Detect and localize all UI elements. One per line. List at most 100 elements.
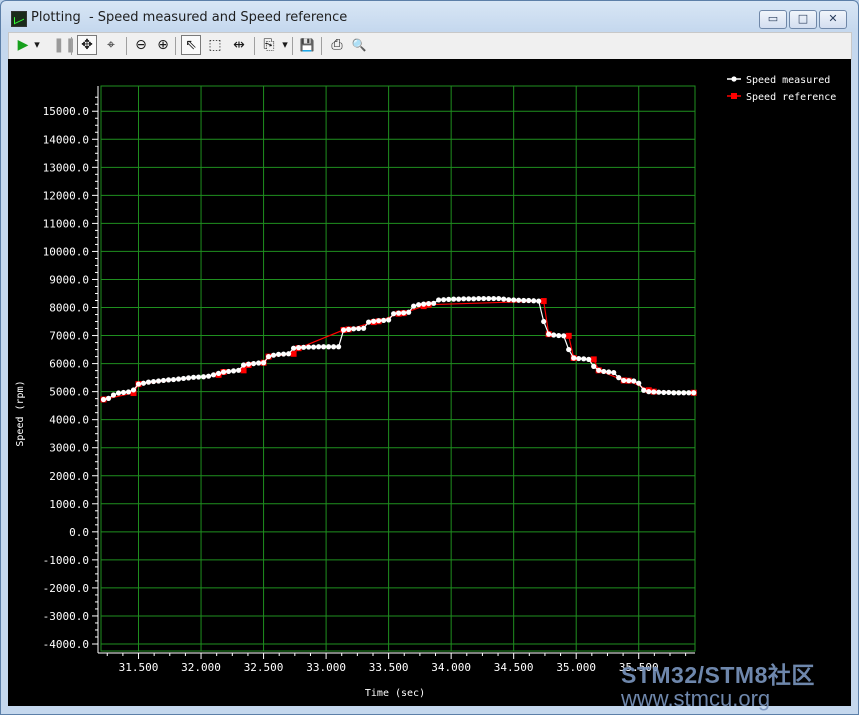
data-point — [601, 368, 607, 375]
data-point — [285, 351, 292, 357]
data-point — [295, 345, 302, 351]
watermark: STM32/STM8社区 www.stmcu.org — [621, 656, 815, 712]
data-point — [401, 310, 407, 316]
data-point — [446, 296, 452, 302]
data-point — [245, 361, 252, 367]
data-point — [641, 387, 647, 393]
play-dropdown-icon[interactable]: ▾ — [31, 35, 43, 55]
minimize-button[interactable]: ▭ — [759, 10, 787, 29]
y-tick-label: -4000.0 — [43, 638, 89, 651]
data-point — [305, 344, 312, 350]
pause-icon[interactable]: ❚❚ — [53, 35, 76, 55]
play-icon[interactable]: ▶ — [13, 35, 33, 55]
data-point — [676, 390, 682, 396]
y-tick-label: -1000.0 — [43, 554, 89, 567]
data-point — [346, 326, 352, 332]
copy-icon[interactable]: ⎘ — [259, 35, 279, 55]
toolbar-separator — [126, 37, 127, 55]
select-pointer-icon[interactable]: ⇖ — [181, 35, 201, 55]
plot-area[interactable]: -4000.0 -3000.0 -2000.0 -1000.0 0.0 1000.0 200… — [8, 59, 851, 706]
data-point — [260, 360, 267, 366]
x-tick-label: 31.500 — [119, 661, 159, 674]
data-point — [330, 344, 337, 350]
data-point — [551, 332, 557, 338]
y-tick-label: 0.0 — [69, 526, 89, 539]
data-point — [666, 389, 672, 396]
maximize-button[interactable]: □ — [789, 10, 817, 29]
data-point — [125, 389, 132, 395]
data-point — [240, 367, 247, 374]
series-speed-measured — [100, 295, 697, 403]
close-button[interactable]: ✕ — [819, 10, 847, 29]
data-point — [586, 356, 592, 362]
print-preview-icon[interactable]: 🔍 — [349, 35, 369, 55]
zoom-in-icon[interactable]: ⊕ — [153, 35, 173, 55]
data-point — [521, 297, 527, 304]
data-point — [416, 302, 422, 308]
x-axis-label: Time (sec) — [365, 688, 425, 699]
y-tick-label: 10000.0 — [43, 245, 89, 258]
x-tick-label: 34.500 — [494, 661, 534, 674]
data-point — [626, 378, 632, 384]
toolbar-separator — [71, 37, 72, 55]
data-point — [190, 374, 197, 380]
x-tick-label: 32.500 — [244, 661, 284, 674]
data-point — [155, 378, 162, 384]
data-point — [596, 367, 602, 373]
data-point — [391, 311, 397, 317]
data-point — [556, 332, 562, 339]
zoom-out-icon[interactable]: ⊖ — [131, 35, 151, 55]
data-point — [290, 345, 297, 351]
toolbar: ▶ ▾ ❚❚ ✥ ⌖ ⊖ ⊕ ⇖ ⬚ ⇹ ⎘ ▾ 💾 ⎙ 🔍 — [8, 32, 852, 60]
pan-icon[interactable]: ✥ — [77, 35, 97, 55]
data-point — [631, 378, 637, 384]
toolbar-separator — [321, 37, 322, 55]
plot-frame — [100, 85, 696, 652]
data-point — [436, 297, 442, 303]
data-point — [411, 303, 417, 309]
data-point — [421, 301, 427, 307]
data-point — [240, 362, 247, 368]
data-point — [426, 300, 432, 307]
print-icon[interactable]: ⎙ — [327, 35, 347, 55]
data-point — [270, 352, 277, 358]
data-point — [376, 318, 382, 324]
data-point — [336, 344, 342, 350]
data-point — [565, 332, 572, 339]
legend-marker — [731, 93, 737, 99]
cursor-icon[interactable]: ⇹ — [229, 35, 249, 55]
zoom-extents-icon[interactable]: ⌖ — [101, 35, 121, 55]
data-point — [616, 375, 622, 381]
data-point — [325, 344, 332, 350]
data-point — [366, 319, 372, 325]
copy-dropdown-icon[interactable]: ▾ — [279, 35, 291, 55]
data-point — [566, 346, 572, 353]
title-bar[interactable]: Plotting - Speed measured and Speed refe… — [1, 1, 858, 33]
legend-marker — [731, 76, 737, 82]
data-point — [255, 360, 262, 366]
data-point — [220, 369, 227, 375]
speed-chart: -4000.0 -3000.0 -2000.0 -1000.0 0.0 1000.0 200… — [15, 75, 836, 699]
x-tick-label: 33.000 — [306, 661, 346, 674]
app-icon — [11, 11, 27, 27]
y-tick-label: 8000.0 — [49, 302, 89, 315]
data-point — [300, 344, 307, 350]
data-point — [145, 379, 152, 385]
data-point — [606, 369, 612, 375]
legend-label: Speed reference — [746, 92, 836, 103]
data-point — [691, 390, 697, 396]
select-rect-icon[interactable]: ⬚ — [205, 35, 225, 55]
data-point — [110, 392, 117, 398]
data-point — [140, 380, 147, 386]
data-point — [451, 296, 457, 302]
data-point — [496, 295, 502, 302]
toolbar-separator — [175, 37, 176, 55]
data-point — [225, 368, 232, 375]
save-icon[interactable]: 💾 — [297, 35, 317, 55]
data-point — [105, 395, 112, 401]
data-point — [351, 326, 357, 332]
y-tick-label: 9000.0 — [49, 273, 89, 286]
data-point — [681, 390, 687, 396]
y-tick-label: 5000.0 — [49, 386, 89, 399]
data-point — [491, 295, 497, 302]
